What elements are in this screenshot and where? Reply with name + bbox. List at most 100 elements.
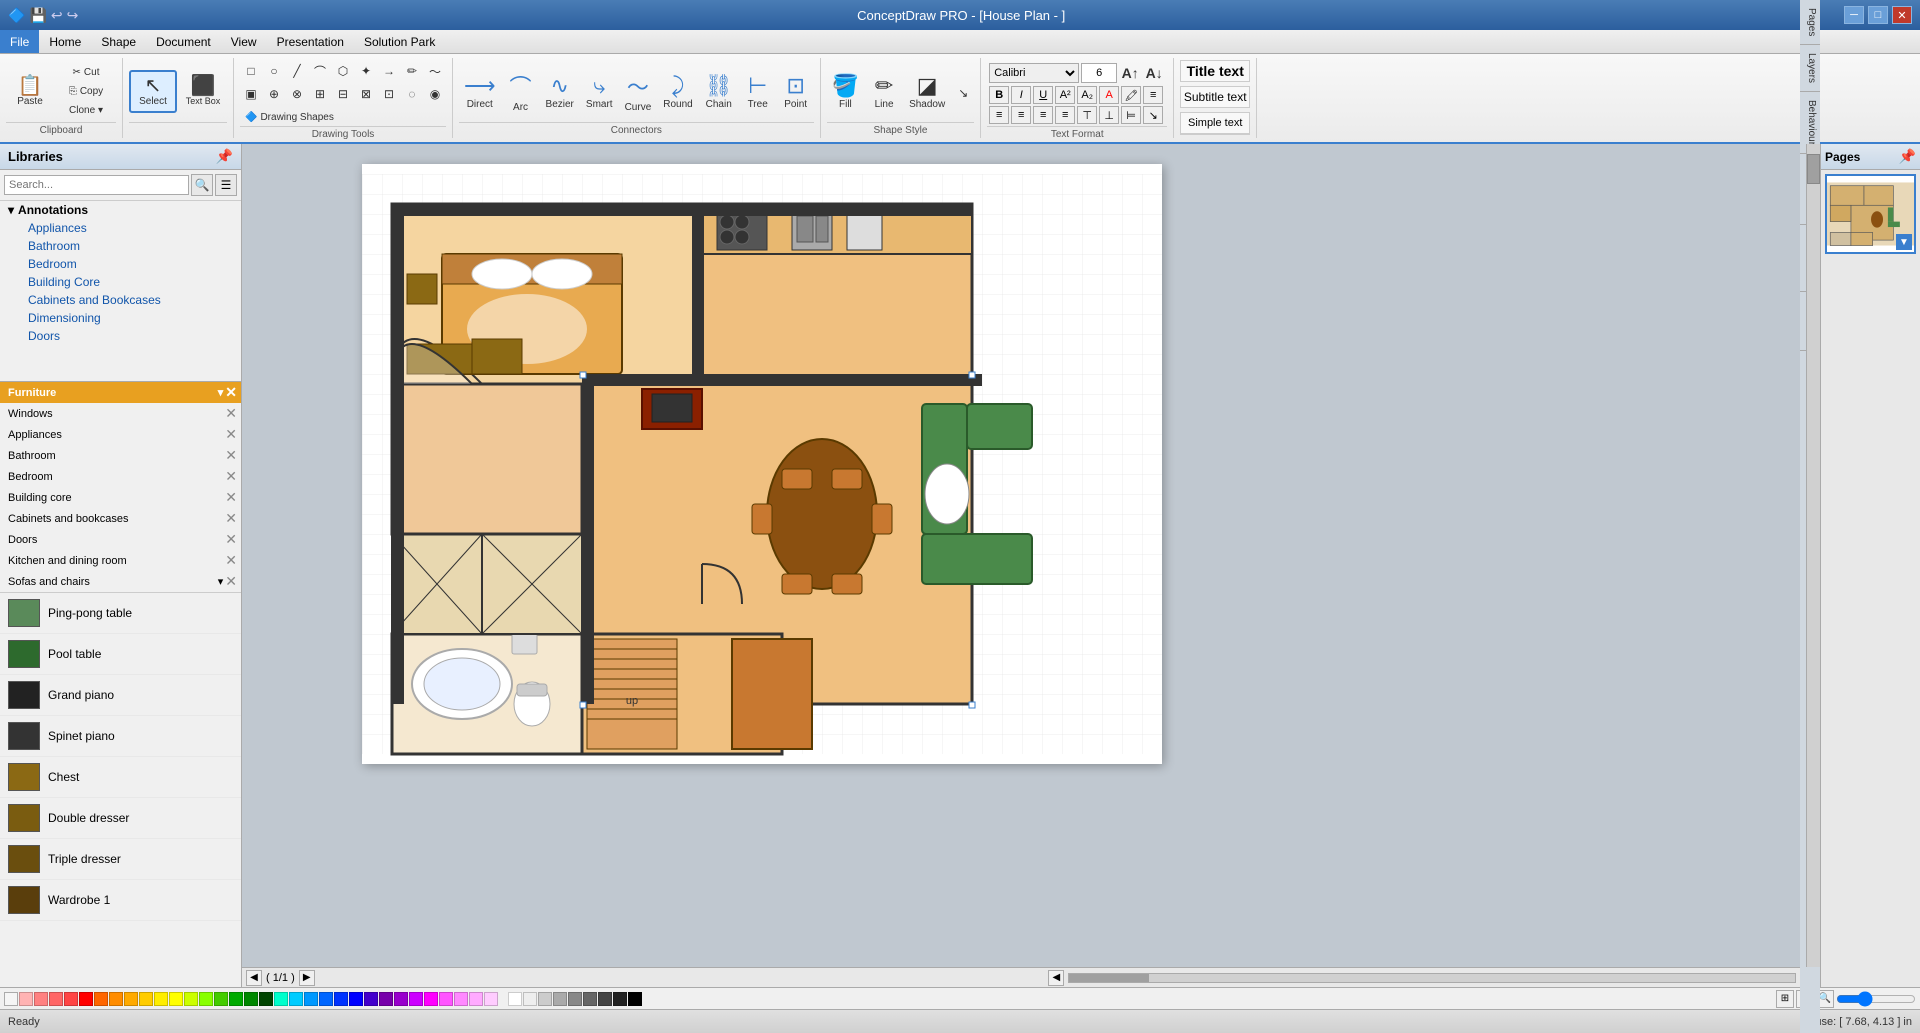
drawing-shapes-button[interactable]: 🔷 Drawing Shapes: [240, 109, 339, 126]
minimize-button[interactable]: ─: [1844, 6, 1864, 24]
menu-document[interactable]: Document: [146, 30, 221, 53]
color-swatch[interactable]: [169, 992, 183, 1006]
tree-button[interactable]: ⊢ Tree: [740, 70, 776, 113]
color-swatch[interactable]: [34, 992, 48, 1006]
smart-button[interactable]: ⤷ Smart: [581, 70, 618, 113]
close-doors-button[interactable]: ✕: [225, 531, 237, 548]
font-family-select[interactable]: Calibri: [989, 63, 1079, 83]
maximize-button[interactable]: □: [1868, 6, 1888, 24]
list-item[interactable]: Grand piano: [0, 675, 241, 716]
color-swatch[interactable]: [139, 992, 153, 1006]
draw-r7[interactable]: ⊠: [355, 83, 377, 105]
copy-button[interactable]: ⎘ Copy: [56, 83, 116, 100]
simple-text-button[interactable]: Simple text: [1180, 112, 1250, 134]
close-appliances-button[interactable]: ✕: [225, 426, 237, 443]
color-swatch[interactable]: [199, 992, 213, 1006]
draw-r8[interactable]: ⊡: [378, 83, 400, 105]
valign-middle[interactable]: ⊥: [1099, 106, 1119, 124]
tree-dimensioning[interactable]: Dimensioning: [0, 309, 241, 327]
hscroll-thumb[interactable]: [1069, 974, 1149, 982]
horizontal-scrollbar[interactable]: [1068, 973, 1796, 983]
color-swatch[interactable]: [214, 992, 228, 1006]
draw-r9[interactable]: ◌: [401, 83, 423, 105]
title-text-button[interactable]: Title text: [1180, 60, 1250, 82]
textbox-button[interactable]: ⬛ Text Box: [179, 72, 227, 110]
color-swatch[interactable]: [94, 992, 108, 1006]
color-button[interactable]: A: [1099, 86, 1119, 104]
zoom-fit-button[interactable]: ⊞: [1776, 990, 1794, 1008]
view-toggle-button[interactable]: ☰: [215, 174, 237, 196]
tab-pages[interactable]: Pages: [1800, 0, 1820, 45]
scroll-left-button[interactable]: ◀: [1048, 970, 1064, 986]
menu-view[interactable]: View: [221, 30, 267, 53]
close-bathroom-button[interactable]: ✕: [225, 447, 237, 464]
close-bedroom-button[interactable]: ✕: [225, 468, 237, 485]
font-size-down[interactable]: A↓: [1143, 62, 1165, 84]
search-button[interactable]: 🔍: [191, 174, 213, 196]
active-lib-sofas[interactable]: Sofas and chairs ▾ ✕: [0, 571, 241, 592]
tree-building-core[interactable]: Building Core: [0, 273, 241, 291]
paste-button[interactable]: 📋 Paste: [6, 72, 54, 111]
draw-star[interactable]: ✦: [355, 60, 377, 82]
color-swatch[interactable]: [109, 992, 123, 1006]
draw-line[interactable]: ╱: [286, 60, 308, 82]
close-building-button[interactable]: ✕: [225, 489, 237, 506]
draw-r10[interactable]: ◉: [424, 83, 446, 105]
active-lib-bedroom[interactable]: Bedroom ✕: [0, 466, 241, 487]
list-item[interactable]: Double dresser: [0, 798, 241, 839]
color-swatch[interactable]: [598, 992, 612, 1006]
canvas-scroll[interactable]: up: [242, 144, 1820, 967]
tree-annotations[interactable]: ▾ Annotations: [0, 201, 241, 219]
list-item[interactable]: Wardrobe 1: [0, 880, 241, 921]
color-swatch[interactable]: [364, 992, 378, 1006]
active-lib-building-core[interactable]: Building core ✕: [0, 487, 241, 508]
draw-r4[interactable]: ⊗: [286, 83, 308, 105]
list-item[interactable]: Pool table: [0, 634, 241, 675]
arc-button[interactable]: ⌒ Arc: [503, 67, 539, 116]
menu-file[interactable]: File: [0, 30, 39, 53]
zoom-slider[interactable]: [1836, 990, 1916, 1008]
underline-button[interactable]: U: [1033, 86, 1053, 104]
color-swatch[interactable]: [484, 992, 498, 1006]
drawing-canvas[interactable]: up: [362, 164, 1162, 764]
clone-button[interactable]: Clone ▾: [56, 102, 116, 119]
active-lib-furniture[interactable]: Furniture ▾ ✕: [0, 382, 241, 403]
color-swatch[interactable]: [613, 992, 627, 1006]
quick-undo-icon[interactable]: ↩: [51, 7, 63, 24]
draw-poly[interactable]: ⬡: [332, 60, 354, 82]
color-swatch[interactable]: [244, 992, 258, 1006]
color-white[interactable]: [508, 992, 522, 1006]
active-lib-cabinets[interactable]: Cabinets and bookcases ✕: [0, 508, 241, 529]
list-item[interactable]: Chest: [0, 757, 241, 798]
draw-r6[interactable]: ⊟: [332, 83, 354, 105]
color-swatch[interactable]: [184, 992, 198, 1006]
pages-pin-button[interactable]: 📌: [1899, 148, 1916, 165]
color-swatch[interactable]: [583, 992, 597, 1006]
align-center[interactable]: ≡: [1011, 106, 1031, 124]
direct-button[interactable]: ⟶ Direct: [459, 70, 501, 113]
color-swatch[interactable]: [49, 992, 63, 1006]
draw-freeform[interactable]: 〜: [424, 60, 446, 82]
prev-page-button[interactable]: ◀: [246, 970, 262, 986]
search-input[interactable]: [4, 175, 189, 195]
close-windows-button[interactable]: ✕: [225, 405, 237, 422]
close-sofas-button[interactable]: ✕: [225, 573, 237, 590]
active-lib-windows[interactable]: Windows ✕: [0, 403, 241, 424]
list-item[interactable]: Triple dresser: [0, 839, 241, 880]
valign-bottom[interactable]: ⊨: [1121, 106, 1141, 124]
next-page-button[interactable]: ▶: [299, 970, 315, 986]
subtitle-text-button[interactable]: Subtitle text: [1180, 86, 1250, 108]
draw-arc[interactable]: ⌒: [309, 60, 331, 82]
quick-redo-icon[interactable]: ↪: [67, 7, 79, 24]
quick-save-icon[interactable]: 💾: [29, 7, 46, 24]
menu-solution-park[interactable]: Solution Park: [354, 30, 445, 53]
list-item[interactable]: Ping-pong table: [0, 593, 241, 634]
color-swatch[interactable]: [454, 992, 468, 1006]
chain-button[interactable]: ⛓ Chain: [700, 70, 738, 113]
canvas-area[interactable]: up: [242, 144, 1820, 987]
valign-top[interactable]: ⊤: [1077, 106, 1097, 124]
active-lib-kitchen[interactable]: Kitchen and dining room ✕: [0, 550, 241, 571]
align-right[interactable]: ≡: [1033, 106, 1053, 124]
color-swatch[interactable]: [469, 992, 483, 1006]
color-swatch[interactable]: [274, 992, 288, 1006]
